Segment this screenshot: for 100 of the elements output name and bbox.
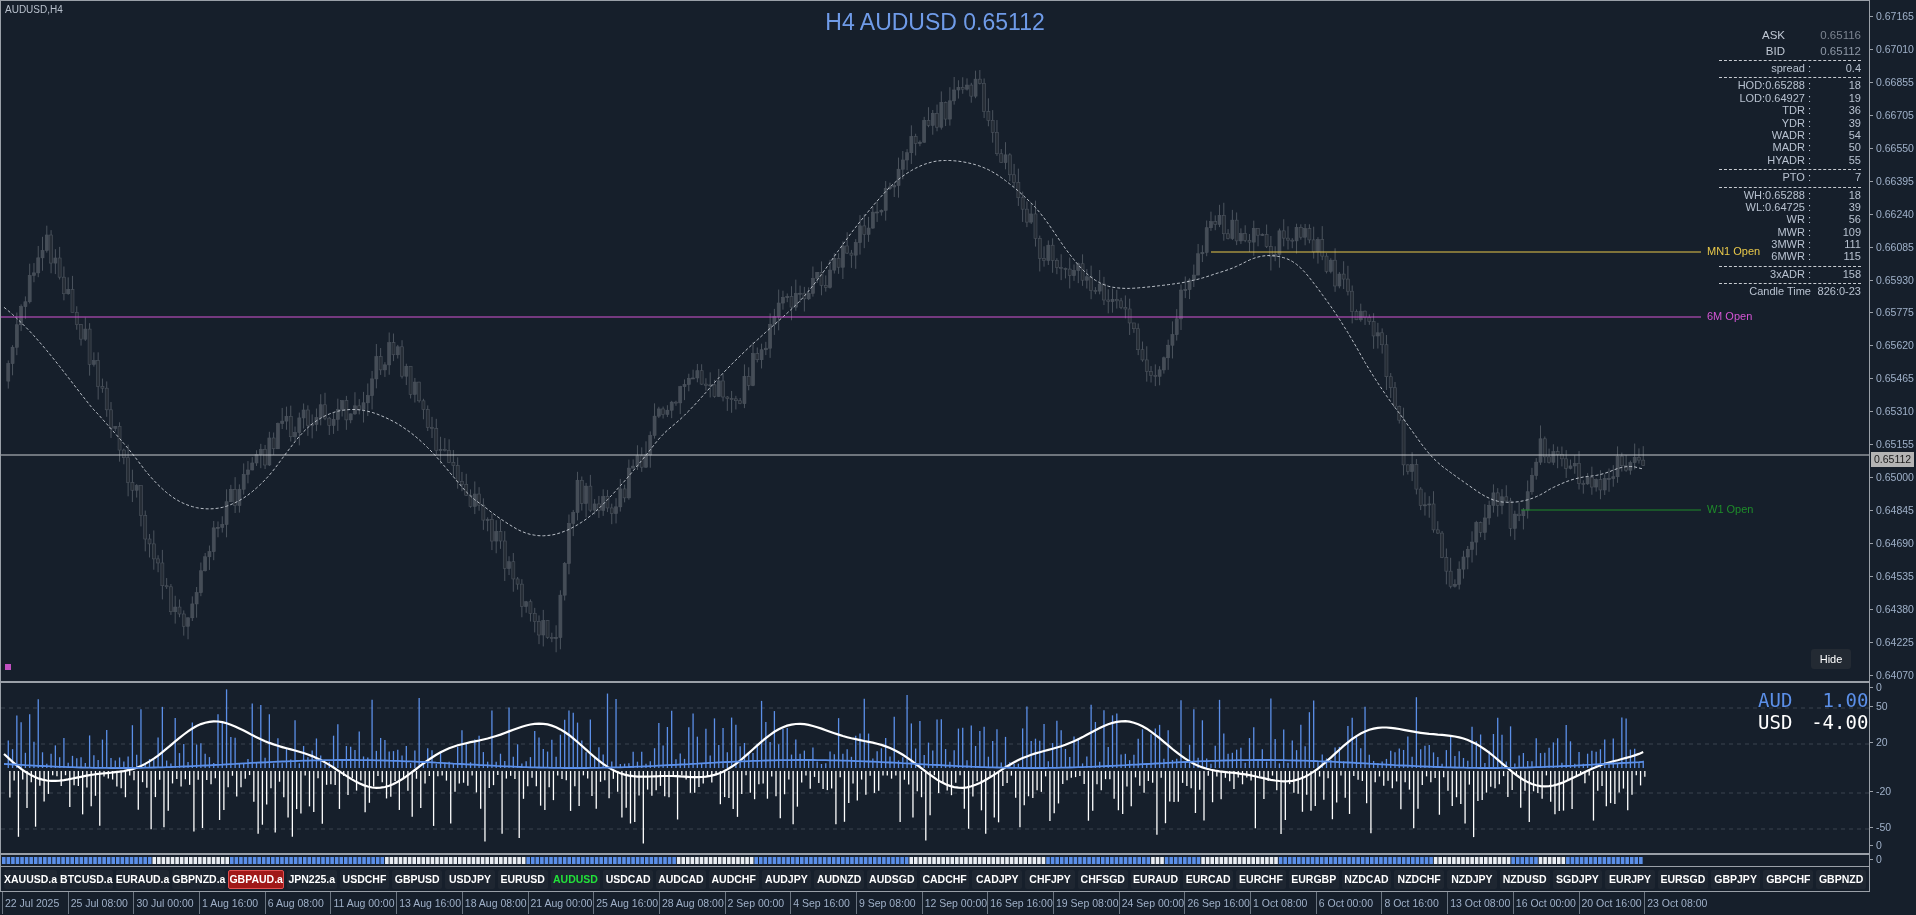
price-tick: 0.66855 xyxy=(1870,75,1916,89)
level-label: MN1 Open xyxy=(1707,245,1761,257)
stat-value: 39 xyxy=(1848,200,1861,214)
current-price-badge: 0.65112 xyxy=(1871,452,1915,467)
symbol-button[interactable]: AUDNZD xyxy=(814,869,864,889)
indicator-tick: -50 xyxy=(1870,821,1892,834)
stat-label: 3xADR : xyxy=(1770,267,1811,281)
stat-label: TDR : xyxy=(1782,104,1811,117)
strip-tick: 0 xyxy=(1870,853,1882,866)
stat-label: WL:0.64725 : xyxy=(1745,200,1811,214)
time-tick: 22 Jul 2025 xyxy=(2,892,68,914)
symbol-button[interactable]: XAUUSD.a xyxy=(4,869,58,889)
time-tick: 11 Aug 00:00 xyxy=(330,892,397,914)
symbol-button[interactable]: NZDJPY xyxy=(1447,869,1497,889)
price-tick: 0.66705 xyxy=(1870,108,1916,122)
symbol-button[interactable]: CHFSGD xyxy=(1077,869,1128,889)
stat-value: 18 xyxy=(1848,79,1861,92)
symbol-button[interactable]: EURAUD.a xyxy=(115,869,170,889)
stat-label: LOD:0.64927 : xyxy=(1739,91,1811,105)
symbol-button[interactable]: NZDCAD xyxy=(1341,869,1392,889)
price-tick: 0.64380 xyxy=(1870,602,1916,616)
time-tick: 1 Aug 16:00 xyxy=(199,892,265,914)
price-tick: 0.66240 xyxy=(1870,207,1916,221)
symbol-button[interactable]: SGDJPY xyxy=(1552,869,1603,889)
price-tick: 0.65620 xyxy=(1870,339,1916,353)
price-tick: 0.64535 xyxy=(1870,569,1916,583)
indicator-tick: -20 xyxy=(1870,785,1892,798)
stat-value: 55 xyxy=(1848,153,1861,167)
time-tick: 6 Oct 00:00 xyxy=(1315,892,1382,914)
price-tick: 0.65465 xyxy=(1870,372,1916,386)
hide-button[interactable]: Hide xyxy=(1811,649,1851,669)
symbol-button[interactable]: NZDCHF xyxy=(1394,869,1445,889)
time-tick: 23 Oct 08:00 xyxy=(1644,892,1710,914)
price-tick: 0.67010 xyxy=(1870,42,1916,56)
symbol-button[interactable]: AUDJPY xyxy=(761,869,812,889)
stat-label: HOD:0.65288 : xyxy=(1737,79,1811,92)
stat-value: 19 xyxy=(1848,91,1861,105)
symbol-button[interactable]: NZDUSD xyxy=(1499,869,1550,889)
price-tick: 0.65775 xyxy=(1870,306,1916,320)
stat-label: WH:0.65288 : xyxy=(1743,188,1811,201)
stat-value: 54 xyxy=(1848,128,1861,142)
time-tick: 13 Aug 16:00 xyxy=(396,892,462,914)
price-tick: 0.66550 xyxy=(1870,141,1916,155)
symbol-button[interactable]: BTCUSD.a xyxy=(60,869,113,889)
symbol-button[interactable]: AUDUSD xyxy=(550,869,601,889)
level-label: W1 Open xyxy=(1707,503,1754,515)
price-tick: 0.64070 xyxy=(1870,668,1916,682)
symbol-button[interactable]: CADCHF xyxy=(919,869,970,889)
symbol-button[interactable]: CHFJPY xyxy=(1025,869,1075,889)
indicator-tick: 20 xyxy=(1870,736,1888,749)
symbol-button[interactable]: EURUSD xyxy=(497,869,548,889)
time-tick: 26 Sep 16:00 xyxy=(1184,892,1251,914)
time-tick: 6 Aug 08:00 xyxy=(264,892,331,914)
stat-value: 56 xyxy=(1848,213,1861,226)
stat-value: 158 xyxy=(1842,267,1861,281)
indicator-tick: 50 xyxy=(1870,700,1888,713)
symbol-button[interactable]: JPN225.a xyxy=(286,869,337,889)
stat-label: MADR : xyxy=(1772,141,1811,154)
currency-strength: 1.00 xyxy=(1821,689,1869,711)
symbol-button[interactable]: EURJPY xyxy=(1605,869,1655,889)
time-tick: 9 Sep 08:00 xyxy=(855,892,922,914)
symbol-button[interactable]: EURGBP xyxy=(1288,869,1339,889)
price-tick: 0.64690 xyxy=(1870,537,1916,550)
symbol-label: AUDUSD,H4 xyxy=(5,4,63,15)
bid-label: BID xyxy=(1764,45,1786,57)
time-tick: 25 Aug 16:00 xyxy=(593,892,659,914)
stat-label: 3MWR : xyxy=(1771,238,1811,251)
stat-value: 50 xyxy=(1848,141,1861,154)
stat-value: 0.4 xyxy=(1845,62,1861,75)
symbol-button[interactable]: EURCHF xyxy=(1236,869,1286,889)
symbol-button[interactable]: GBPAUD.a xyxy=(228,869,284,889)
symbol-button[interactable]: USDJPY xyxy=(445,869,495,889)
stat-label: HYADR : xyxy=(1767,153,1811,167)
time-tick: 20 Oct 16:00 xyxy=(1578,892,1645,914)
symbol-button[interactable]: CADJPY xyxy=(972,869,1023,889)
time-tick: 4 Sep 16:00 xyxy=(790,892,856,914)
symbol-button[interactable]: AUDCAD xyxy=(656,869,706,889)
price-tick: 0.65155 xyxy=(1870,438,1916,452)
symbol-button[interactable]: EURSGD xyxy=(1658,869,1708,889)
stat-value: 39 xyxy=(1848,116,1861,129)
symbol-button[interactable]: GBPJPY xyxy=(1710,869,1761,889)
symbol-button[interactable]: USDCHF xyxy=(339,869,390,889)
symbol-button[interactable]: USDCAD xyxy=(603,869,654,889)
symbol-button[interactable]: GBPNZD xyxy=(1816,869,1866,889)
symbol-button[interactable]: EURCAD xyxy=(1183,869,1234,889)
stat-value: 111 xyxy=(1844,238,1861,251)
time-tick: 28 Aug 08:00 xyxy=(658,892,725,914)
price-tick: 0.65310 xyxy=(1870,405,1916,419)
stat-label: WADR : xyxy=(1771,128,1811,142)
stat-value: 7 xyxy=(1854,171,1861,184)
stat-label: MWR : xyxy=(1777,225,1811,239)
symbol-button[interactable]: GBPUSD xyxy=(392,869,443,889)
symbol-button[interactable]: AUDSGD xyxy=(866,869,917,889)
symbol-button[interactable]: AUDCHF xyxy=(708,869,759,889)
stat-label: Candle Time xyxy=(1749,285,1811,298)
symbol-button[interactable]: EURAUD xyxy=(1130,869,1181,889)
symbol-button[interactable]: GBPNZD.a xyxy=(172,869,226,889)
stat-label: 6MWR : xyxy=(1771,250,1811,263)
symbol-button[interactable]: GBPCHF xyxy=(1763,869,1814,889)
time-tick: 18 Aug 08:00 xyxy=(461,892,528,914)
